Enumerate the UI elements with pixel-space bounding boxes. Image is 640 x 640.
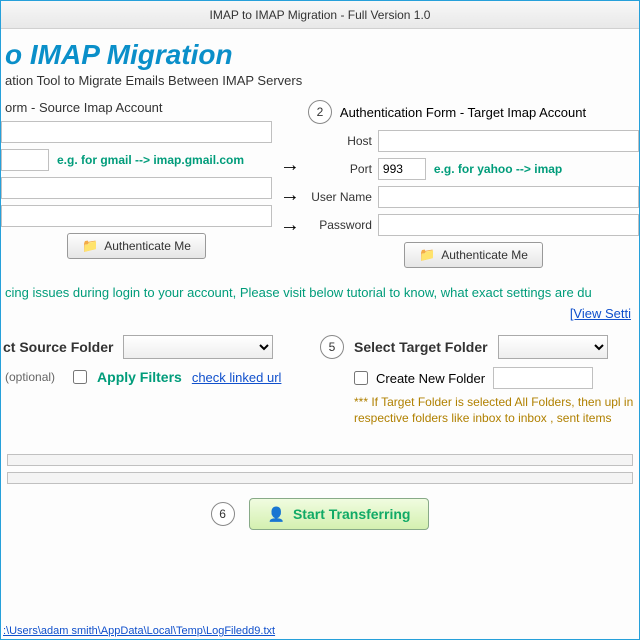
source-panel: orm - Source Imap Account e.g. for gmail… — [1, 96, 272, 263]
login-note: cing issues during login to your account… — [1, 272, 639, 304]
arrow-icon: → — [280, 150, 300, 180]
source-authenticate-button[interactable]: 📁 Authenticate Me — [67, 233, 206, 259]
check-linked-url-link[interactable]: check linked url — [192, 370, 282, 385]
target-password-input[interactable] — [378, 214, 639, 236]
folder-section: ct Source Folder (optional) Apply Filter… — [1, 335, 639, 426]
auth-row: orm - Source Imap Account e.g. for gmail… — [1, 96, 639, 272]
arrow-icon: → — [280, 210, 300, 240]
progress-bar-2 — [7, 472, 633, 484]
target-port-label: Port — [308, 162, 378, 176]
log-file-path-link[interactable]: :\Users\adam smith\AppData\Local\Temp\Lo… — [3, 625, 275, 637]
create-new-folder-label: Create New Folder — [376, 371, 485, 386]
progress-bar-1 — [7, 454, 633, 466]
person-icon: 👤 — [268, 506, 285, 523]
target-panel: 2 Authentication Form - Target Imap Acco… — [308, 96, 639, 272]
app-header: o IMAP Migration ation Tool to Migrate E… — [1, 29, 639, 96]
app-window: IMAP to IMAP Migration - Full Version 1.… — [0, 0, 640, 640]
folder-icon: 📁 — [419, 247, 435, 263]
source-folder-col: ct Source Folder (optional) Apply Filter… — [3, 335, 320, 426]
target-username-label: User Name — [308, 190, 378, 204]
source-folder-select[interactable] — [123, 335, 273, 359]
new-folder-name-input[interactable] — [493, 367, 593, 389]
apply-filters-label: Apply Filters — [97, 369, 182, 385]
arrow-column: → → → — [272, 96, 308, 240]
app-title: o IMAP Migration — [5, 39, 639, 71]
window-titlebar: IMAP to IMAP Migration - Full Version 1.… — [1, 1, 639, 29]
source-hint: e.g. for gmail --> imap.gmail.com — [57, 153, 244, 167]
start-row: 6 👤 Start Transferring — [1, 498, 639, 530]
app-subtitle: ation Tool to Migrate Emails Between IMA… — [5, 73, 639, 88]
target-authenticate-button[interactable]: 📁 Authenticate Me — [404, 242, 543, 268]
target-port-input[interactable] — [378, 158, 426, 180]
target-host-input[interactable] — [378, 130, 639, 152]
create-new-folder-checkbox[interactable] — [354, 371, 368, 385]
step-2-badge: 2 — [308, 100, 332, 124]
target-hint: e.g. for yahoo --> imap — [434, 162, 562, 176]
source-folder-title: ct Source Folder — [3, 339, 113, 355]
progress-area — [1, 454, 639, 484]
target-host-label: Host — [308, 134, 378, 148]
folder-icon: 📁 — [82, 238, 98, 254]
step-5-badge: 5 — [320, 335, 344, 359]
target-panel-title: Authentication Form - Target Imap Accoun… — [340, 105, 586, 120]
step-6-badge: 6 — [211, 502, 235, 526]
view-settings-link[interactable]: [View Setti — [570, 306, 631, 321]
source-username-input[interactable] — [1, 177, 272, 199]
source-host-input[interactable] — [1, 121, 272, 143]
target-username-input[interactable] — [378, 186, 639, 208]
source-password-input[interactable] — [1, 205, 272, 227]
arrow-icon: → — [280, 180, 300, 210]
source-panel-title: orm - Source Imap Account — [1, 100, 272, 115]
target-password-label: Password — [308, 218, 378, 232]
content-area: o IMAP Migration ation Tool to Migrate E… — [1, 29, 639, 639]
target-folder-title: Select Target Folder — [354, 339, 488, 355]
start-transferring-button[interactable]: 👤 Start Transferring — [249, 498, 430, 530]
target-folder-col: 5 Select Target Folder Create New Folder… — [320, 335, 637, 426]
target-folder-warning: *** If Target Folder is selected All Fol… — [354, 395, 634, 426]
apply-filters-checkbox[interactable] — [73, 370, 87, 384]
target-folder-select[interactable] — [498, 335, 608, 359]
optional-label: (optional) — [5, 370, 55, 384]
source-port-input[interactable] — [1, 149, 49, 171]
